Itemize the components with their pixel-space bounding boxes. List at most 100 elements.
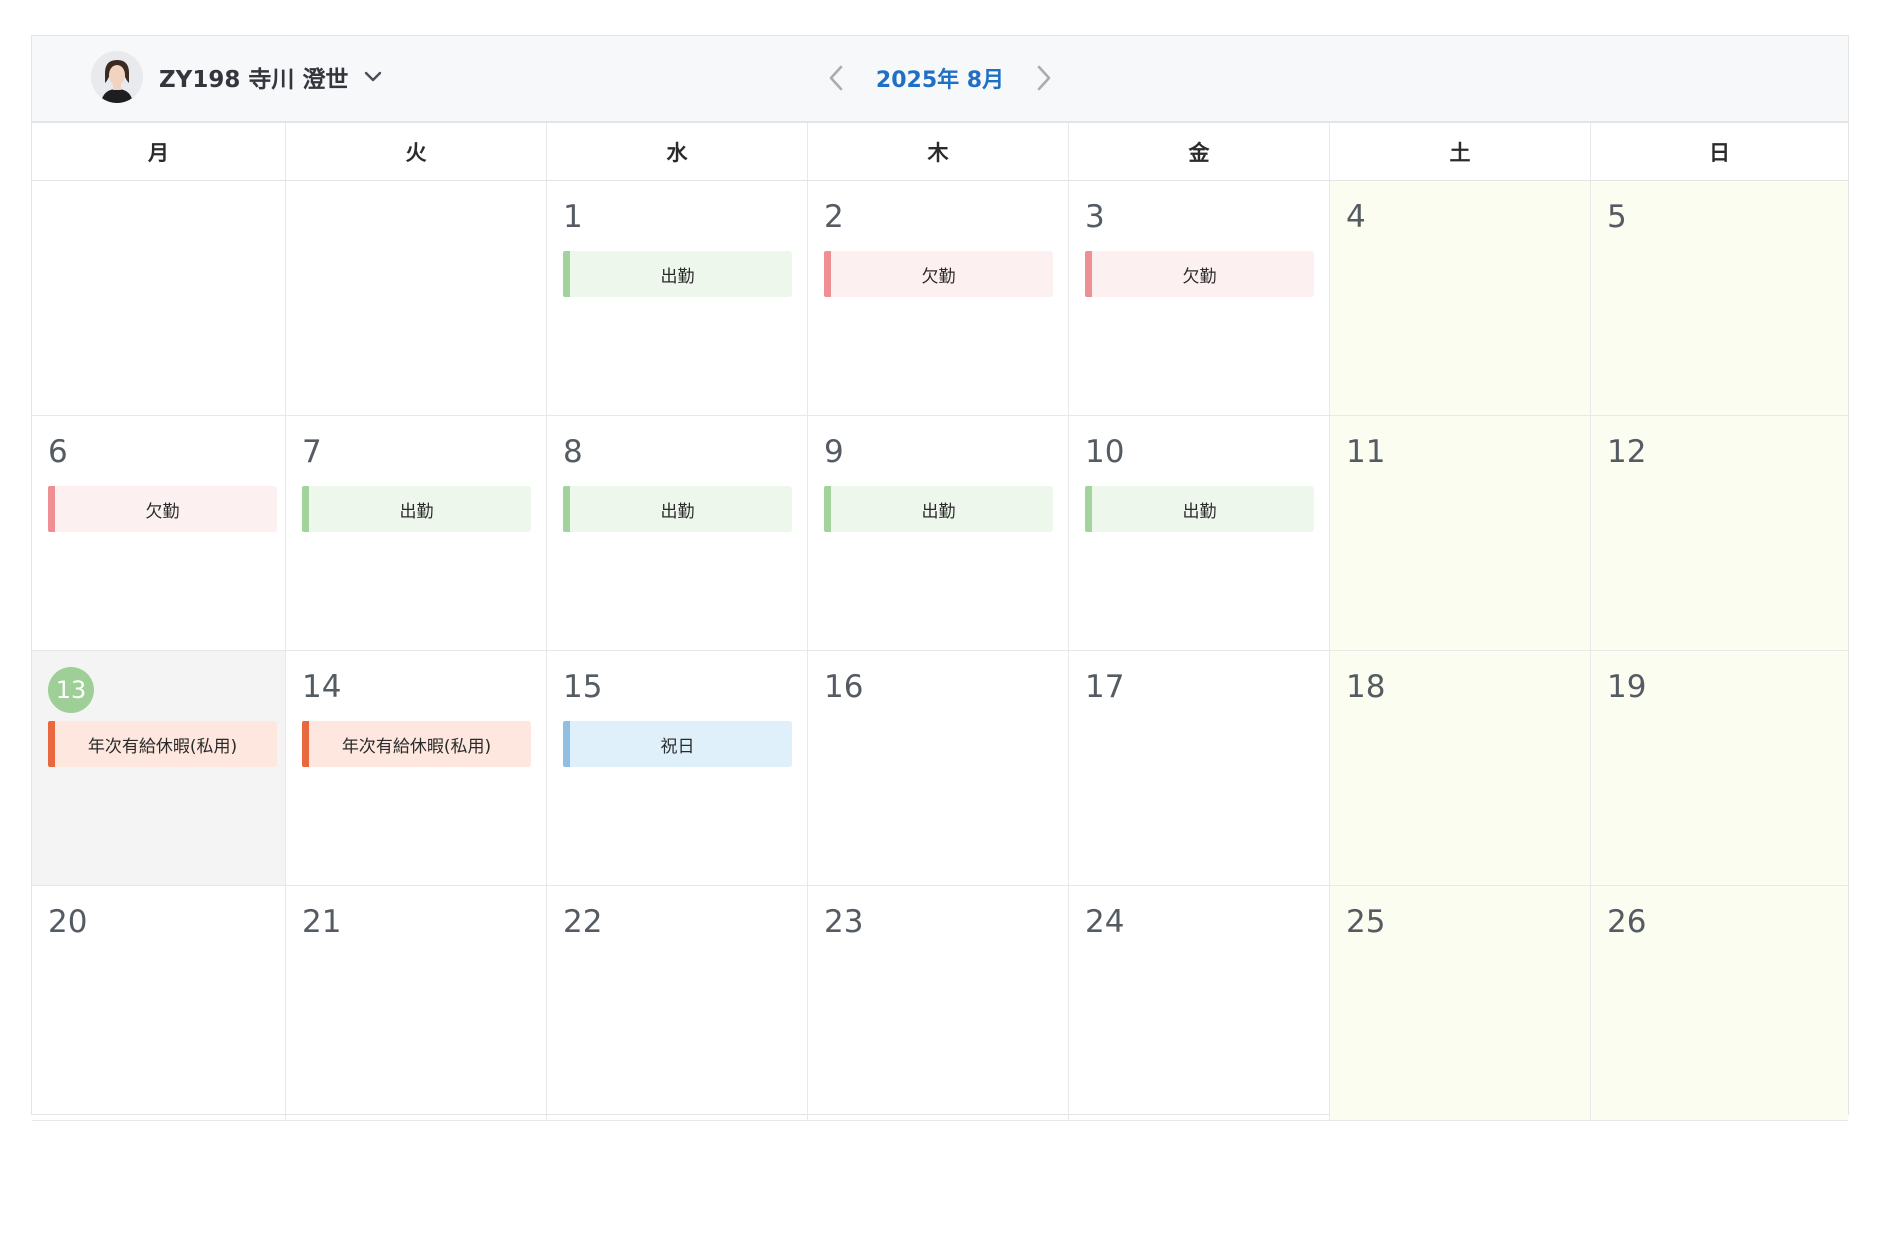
day-cell[interactable]: 22 — [547, 886, 808, 1121]
weekday-label: 月 — [32, 123, 286, 180]
event-color-bar — [1085, 486, 1092, 532]
event-color-bar — [824, 486, 831, 532]
day-cell[interactable]: 9 出勤 — [808, 416, 1069, 651]
attendance-event[interactable]: 出勤 — [1085, 486, 1314, 532]
calendar: ZY198 寺川 澄世 2025年 8月 月 火 水 木 金 土 日 1 出勤 2 欠… — [31, 35, 1849, 1121]
day-number: 10 — [1085, 434, 1125, 470]
attendance-event[interactable]: 欠勤 — [824, 251, 1053, 297]
event-color-bar — [48, 721, 55, 767]
day-number: 21 — [302, 904, 342, 940]
day-cell[interactable]: 13 年次有給休暇(私用) — [32, 651, 286, 886]
month-label: 2025年 8月 — [875, 68, 1005, 93]
event-label: 欠勤 — [145, 501, 180, 522]
event-label: 出勤 — [660, 266, 695, 287]
event-color-bar — [824, 251, 831, 297]
attendance-event[interactable]: 年次有給休暇(私用) — [48, 721, 277, 767]
day-cell[interactable]: 15 祝日 — [547, 651, 808, 886]
event-color-bar — [48, 486, 55, 532]
day-number: 16 — [824, 669, 864, 705]
day-number: 8 — [563, 434, 583, 470]
event-label: 出勤 — [660, 501, 695, 522]
weekday-label: 火 — [286, 123, 547, 180]
day-cell[interactable]: 26 — [1591, 886, 1848, 1121]
month-navigation: 2025年 8月 — [32, 56, 1848, 100]
day-cell[interactable]: 17 — [1069, 651, 1330, 886]
day-cell[interactable]: 2 欠勤 — [808, 181, 1069, 416]
attendance-event[interactable]: 出勤 — [563, 486, 792, 532]
event-color-bar — [563, 251, 570, 297]
attendance-event[interactable]: 出勤 — [824, 486, 1053, 532]
event-label: 年次有給休暇(私用) — [87, 736, 238, 757]
attendance-event[interactable]: 祝日 — [563, 721, 792, 767]
day-number: 2 — [824, 199, 844, 235]
day-cell[interactable]: 16 — [808, 651, 1069, 886]
day-number: 23 — [824, 904, 864, 940]
day-cell[interactable] — [286, 181, 547, 416]
day-number: 25 — [1346, 904, 1386, 940]
weekday-label: 水 — [547, 123, 808, 180]
weekday-label: 金 — [1069, 123, 1330, 180]
chevron-right-icon[interactable] — [1026, 60, 1062, 96]
day-cell[interactable]: 19 — [1591, 651, 1848, 886]
attendance-event[interactable]: 欠勤 — [48, 486, 277, 532]
day-cell[interactable]: 14 年次有給休暇(私用) — [286, 651, 547, 886]
day-number: 11 — [1346, 434, 1386, 470]
day-number: 17 — [1085, 669, 1125, 705]
day-cell[interactable]: 5 — [1591, 181, 1848, 416]
event-label: 出勤 — [1182, 501, 1217, 522]
attendance-event[interactable]: 出勤 — [563, 251, 792, 297]
day-number: 4 — [1346, 199, 1366, 235]
day-number: 3 — [1085, 199, 1105, 235]
day-number: 9 — [824, 434, 844, 470]
day-cell[interactable]: 3 欠勤 — [1069, 181, 1330, 416]
day-number: 1 — [563, 199, 583, 235]
day-cell[interactable]: 12 — [1591, 416, 1848, 651]
day-cell[interactable]: 4 — [1330, 181, 1591, 416]
calendar-header: ZY198 寺川 澄世 2025年 8月 — [32, 36, 1848, 123]
day-cell[interactable]: 11 — [1330, 416, 1591, 651]
event-label: 欠勤 — [1182, 266, 1217, 287]
event-color-bar — [563, 486, 570, 532]
day-number: 18 — [1346, 669, 1386, 705]
day-cell[interactable]: 18 — [1330, 651, 1591, 886]
calendar-grid: 1 出勤 2 欠勤 3 欠勤 4 5 6 欠勤 7 出勤 8 出勤 9 出勤 10 出勤 11 12 13 年次有給休暇(… — [32, 181, 1848, 1121]
day-number: 12 — [1607, 434, 1647, 470]
day-cell[interactable]: 20 — [32, 886, 286, 1121]
event-color-bar — [302, 721, 309, 767]
day-number: 5 — [1607, 199, 1627, 235]
event-label: 欠勤 — [921, 266, 956, 287]
event-label: 出勤 — [921, 501, 956, 522]
day-cell[interactable]: 8 出勤 — [547, 416, 808, 651]
event-color-bar — [563, 721, 570, 767]
day-cell[interactable]: 21 — [286, 886, 547, 1121]
day-cell[interactable]: 6 欠勤 — [32, 416, 286, 651]
day-number: 24 — [1085, 904, 1125, 940]
day-number: 20 — [48, 904, 88, 940]
weekday-label: 木 — [808, 123, 1069, 180]
event-label: 年次有給休暇(私用) — [341, 736, 492, 757]
day-cell[interactable]: 1 出勤 — [547, 181, 808, 416]
event-color-bar — [1085, 251, 1092, 297]
day-number: 15 — [563, 669, 603, 705]
attendance-event[interactable]: 欠勤 — [1085, 251, 1314, 297]
day-cell[interactable]: 10 出勤 — [1069, 416, 1330, 651]
today-badge: 13 — [48, 667, 94, 713]
event-color-bar — [302, 486, 309, 532]
weekday-header-row: 月 火 水 木 金 土 日 — [32, 123, 1848, 181]
weekday-label: 日 — [1709, 140, 1730, 165]
day-number: 14 — [302, 669, 342, 705]
chevron-left-icon[interactable] — [818, 60, 854, 96]
day-cell[interactable]: 7 出勤 — [286, 416, 547, 651]
day-number: 22 — [563, 904, 603, 940]
day-cell[interactable]: 23 — [808, 886, 1069, 1121]
weekday-label: 土 — [1330, 123, 1591, 180]
day-cell[interactable]: 25 — [1330, 886, 1591, 1121]
day-cell[interactable] — [32, 181, 286, 416]
event-label: 祝日 — [660, 736, 695, 757]
day-number: 19 — [1607, 669, 1647, 705]
attendance-event[interactable]: 年次有給休暇(私用) — [302, 721, 531, 767]
day-cell[interactable]: 24 — [1069, 886, 1330, 1121]
event-label: 出勤 — [399, 501, 434, 522]
day-number: 6 — [48, 434, 68, 470]
attendance-event[interactable]: 出勤 — [302, 486, 531, 532]
